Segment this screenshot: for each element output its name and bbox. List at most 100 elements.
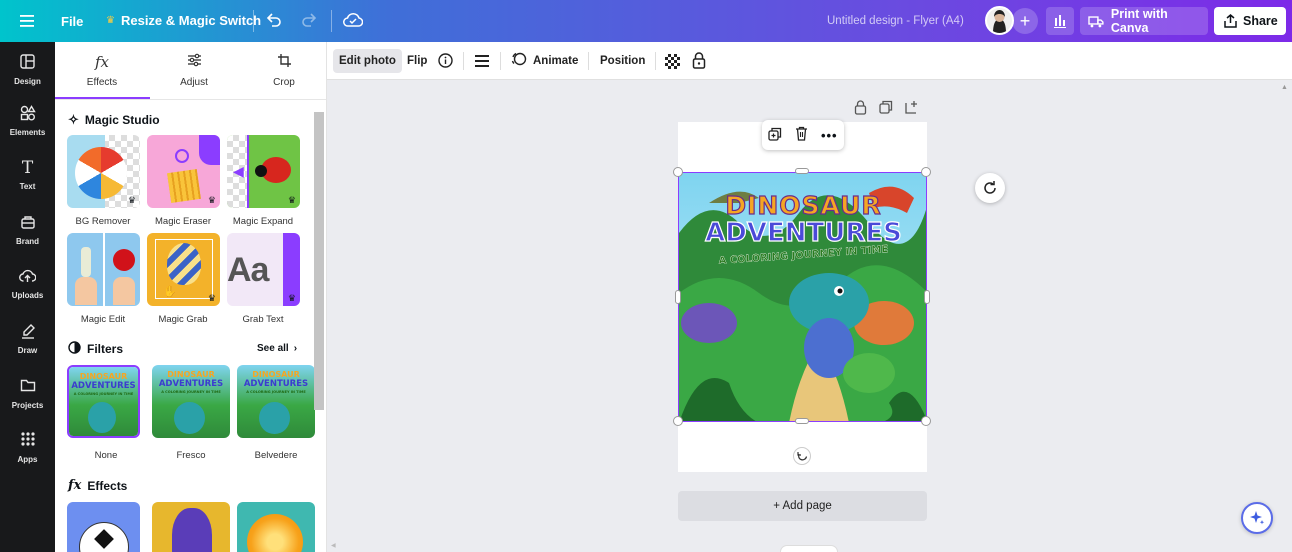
- flip-button[interactable]: Flip: [401, 49, 433, 73]
- see-all-label: See all: [257, 343, 289, 354]
- share-button[interactable]: Share: [1214, 7, 1286, 35]
- thumbnail-title-line-2: ADVENTURES: [158, 379, 224, 389]
- sparkle-icon: ✧: [68, 112, 79, 127]
- flower-image: [75, 277, 97, 305]
- effect-option[interactable]: [67, 502, 140, 552]
- design-title[interactable]: Untitled design - Flyer (A4): [827, 15, 964, 27]
- crown-icon: ♛: [207, 293, 216, 303]
- resize-handle[interactable]: [921, 416, 931, 426]
- add-collaborator-button[interactable]: +: [1012, 8, 1038, 34]
- transparency-icon[interactable]: [665, 54, 680, 69]
- lock-page-icon[interactable]: [854, 100, 867, 120]
- filter-fresco[interactable]: DINOSAUR ADVENTURES A COLORING JOURNEY IN …: [152, 365, 230, 438]
- trash-icon[interactable]: [795, 126, 808, 144]
- text-icon: T: [21, 158, 34, 178]
- canvas-scroll-up-icon[interactable]: ▲: [1281, 84, 1288, 91]
- rail-item-uploads[interactable]: Uploads: [0, 259, 55, 309]
- selected-image[interactable]: DINOSAUR ADVENTURES A COLORING JOURNEY I…: [678, 172, 927, 422]
- hamburger-icon[interactable]: [16, 11, 38, 31]
- magic-studio-heading: ✧ Magic Studio: [68, 112, 160, 128]
- edit-photo-button[interactable]: Edit photo: [333, 48, 402, 73]
- draw-icon: [20, 323, 36, 343]
- magic-tool-magic-grab[interactable]: ✋ ♛: [147, 233, 220, 306]
- tool-label: Magic Eraser: [155, 216, 211, 227]
- thumbnail-subtitle: A COLORING JOURNEY IN TIME: [73, 391, 134, 396]
- rotate-handle-icon[interactable]: [793, 447, 811, 465]
- cloud-save-icon[interactable]: [343, 12, 364, 33]
- thumbnail-subtitle: A COLORING JOURNEY IN TIME: [161, 389, 221, 394]
- magic-tool-bg-remover[interactable]: ♛: [67, 135, 140, 208]
- tab-effects[interactable]: fx Effects: [55, 42, 149, 98]
- resize-handle[interactable]: [675, 290, 681, 304]
- file-menu-button[interactable]: File: [61, 14, 83, 29]
- rail-item-brand[interactable]: Brand: [0, 205, 55, 255]
- divider: [655, 52, 656, 70]
- cover-title-line-1: DINOSAUR: [725, 191, 882, 220]
- rail-item-design[interactable]: Design: [0, 42, 55, 97]
- sparkle-icon: [1250, 511, 1265, 525]
- rail-label: Draw: [17, 346, 38, 355]
- bar-chart-icon: [1054, 15, 1066, 28]
- add-page-icon[interactable]: [905, 100, 919, 120]
- resize-handle[interactable]: [795, 418, 809, 424]
- rail-item-elements[interactable]: Elements: [0, 96, 55, 146]
- tab-adjust[interactable]: Adjust: [147, 42, 241, 98]
- animate-label: Animate: [533, 55, 579, 67]
- crop-icon: [277, 53, 292, 73]
- magic-tool-grab-text[interactable]: Aa ♛: [227, 233, 300, 306]
- fries-image: [175, 149, 189, 163]
- tab-label: Crop: [273, 76, 295, 88]
- tab-crop[interactable]: Crop: [237, 42, 326, 98]
- panel-scrollbar[interactable]: [314, 112, 324, 410]
- chevron-right-icon: ›: [293, 343, 298, 354]
- position-button[interactable]: Position: [594, 49, 651, 73]
- magic-assistant-button[interactable]: [975, 173, 1005, 203]
- redo-icon[interactable]: [300, 11, 318, 34]
- resize-handle[interactable]: [795, 168, 809, 174]
- resize-button[interactable]: ♛ Resize & Magic Switch: [106, 13, 261, 28]
- resize-handle[interactable]: [673, 167, 683, 177]
- design-icon: [20, 53, 35, 74]
- canvas-scroll-left-icon[interactable]: ◀: [331, 542, 336, 549]
- resize-handle[interactable]: [924, 290, 930, 304]
- thumbnail-title-line-1: DINOSAUR: [79, 372, 128, 381]
- print-label: Print with Canva: [1110, 7, 1168, 35]
- rail-label: Uploads: [11, 291, 44, 300]
- canvas-horizontal-scrollbar[interactable]: [780, 545, 838, 552]
- animate-button[interactable]: Animate: [511, 49, 580, 73]
- resize-handle[interactable]: [921, 167, 931, 177]
- effect-option[interactable]: [152, 502, 230, 552]
- tool-label: Magic Edit: [80, 314, 126, 325]
- resize-label: Resize & Magic Switch: [120, 13, 262, 28]
- share-icon: [1224, 14, 1237, 28]
- filter-belvedere[interactable]: DINOSAUR ADVENTURES A COLORING JOURNEY IN …: [237, 365, 315, 438]
- effect-option[interactable]: [237, 502, 315, 552]
- magic-tool-magic-edit[interactable]: [67, 233, 140, 306]
- add-page-button[interactable]: + Add page: [678, 491, 927, 521]
- duplicate-page-icon[interactable]: [879, 100, 893, 120]
- border-style-icon[interactable]: [475, 54, 489, 73]
- insights-button[interactable]: [1046, 7, 1074, 35]
- magic-tool-magic-expand[interactable]: ◀ ♛: [227, 135, 300, 208]
- copy-icon[interactable]: [768, 127, 782, 144]
- section-title: Magic Studio: [84, 113, 160, 127]
- filters-see-all-link[interactable]: See all ›: [257, 343, 297, 354]
- undo-icon[interactable]: [265, 11, 283, 34]
- magic-tool-magic-eraser[interactable]: ♛: [147, 135, 220, 208]
- info-icon[interactable]: [438, 53, 453, 73]
- tool-label: Magic Expand: [232, 216, 294, 227]
- filter-none[interactable]: DINOSAUR ADVENTURES A COLORING JOURNEY IN …: [67, 365, 140, 438]
- magic-sparkle-button[interactable]: [1241, 502, 1273, 534]
- portrait-image: [172, 508, 212, 552]
- lock-icon[interactable]: [692, 52, 706, 74]
- print-with-canva-button[interactable]: Print with Canva: [1080, 7, 1208, 35]
- rail-item-projects[interactable]: Projects: [0, 369, 55, 419]
- avatar[interactable]: [985, 6, 1014, 35]
- rail-item-apps[interactable]: Apps: [0, 423, 55, 473]
- divider: [55, 99, 326, 100]
- rail-item-text[interactable]: T Text: [0, 150, 55, 200]
- resize-handle[interactable]: [673, 416, 683, 426]
- rail-item-draw[interactable]: Draw: [0, 314, 55, 364]
- more-options-icon[interactable]: •••: [821, 128, 838, 143]
- flower-image: [113, 277, 135, 305]
